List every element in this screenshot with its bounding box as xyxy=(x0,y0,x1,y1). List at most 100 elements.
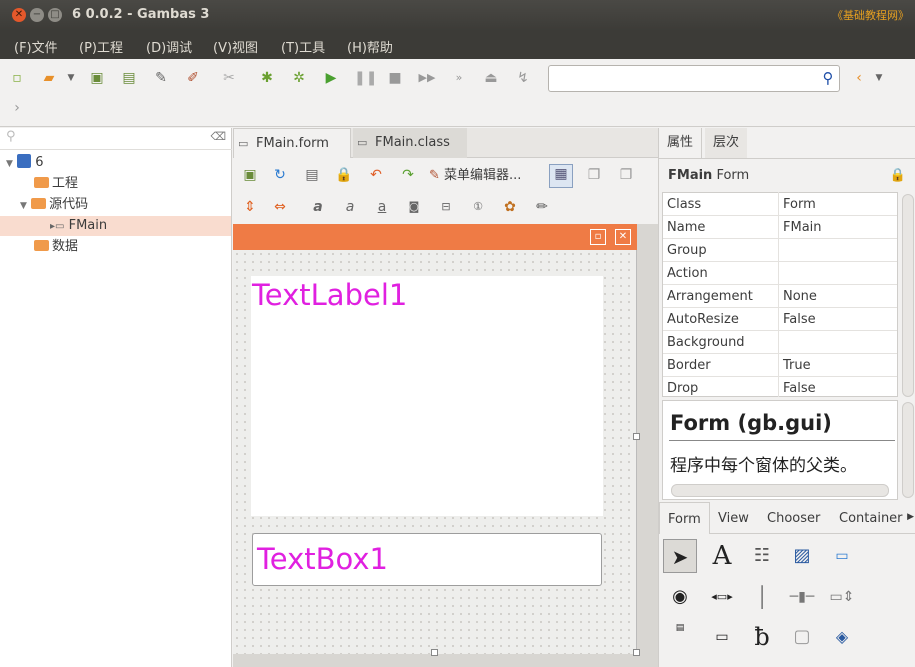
table-row[interactable]: Drop False xyxy=(663,377,897,396)
tab-fmain-class[interactable]: ▭ FMain.class xyxy=(353,128,467,158)
menu-file[interactable]: (F)文件 xyxy=(14,37,58,56)
table-row[interactable]: Group xyxy=(663,239,897,262)
scrollbar-tool-icon[interactable]: ◂▭▸ xyxy=(705,580,739,614)
resize-handle-right[interactable] xyxy=(633,433,640,440)
table-row[interactable]: Action xyxy=(663,262,897,285)
clean-icon[interactable]: ✐ xyxy=(184,69,202,87)
separator-tool-icon[interactable]: │ xyxy=(745,580,779,614)
forward-icon[interactable]: » xyxy=(450,69,468,87)
form-canvas[interactable]: TextLabel1 TextBox1 xyxy=(233,250,637,654)
font-icon[interactable]: a xyxy=(309,198,327,216)
properties-icon[interactable]: ✎ xyxy=(152,69,170,87)
tree-item-fmain[interactable]: ▸▭ FMain xyxy=(0,216,231,236)
expand-arrow-icon[interactable]: ▼ xyxy=(6,159,13,169)
table-row[interactable]: Background xyxy=(663,331,897,354)
maximize-window-button[interactable]: □ xyxy=(48,8,62,22)
label-tool-icon[interactable]: A xyxy=(705,539,739,573)
menu-editor-button[interactable]: ✎ 菜单编辑器... xyxy=(429,166,521,186)
minimize-window-button[interactable]: − xyxy=(30,8,44,22)
slider-tool-icon[interactable]: ─▮─ xyxy=(785,580,819,614)
textlabel1[interactable]: TextLabel1 xyxy=(251,276,603,516)
tab-form[interactable]: Form xyxy=(659,502,710,534)
tree-filter-input[interactable]: ⚲ ⌫ xyxy=(0,128,232,150)
return-icon[interactable]: ↯ xyxy=(514,69,532,87)
run-icon[interactable]: ▶ xyxy=(322,69,340,87)
redo-icon[interactable]: ↷ xyxy=(399,166,417,184)
button-shape-icon[interactable]: ◙ xyxy=(405,198,423,216)
search-input[interactable]: ⚲ xyxy=(548,65,840,92)
lock-icon[interactable]: 🔒 xyxy=(335,166,353,184)
movie-tool-icon[interactable]: ◈ xyxy=(825,620,859,654)
radio-tool-icon[interactable]: ◉ xyxy=(663,580,697,614)
chevron-right-icon[interactable]: › xyxy=(8,99,26,117)
prop-value[interactable]: None xyxy=(781,285,817,308)
table-row[interactable]: AutoResize False xyxy=(663,308,897,331)
tab-chooser[interactable]: Chooser xyxy=(759,502,828,534)
cut-icon[interactable]: ✂ xyxy=(220,69,238,87)
prop-value[interactable]: False xyxy=(781,308,816,331)
one-shape-icon[interactable]: ① xyxy=(469,198,487,216)
undo-icon[interactable]: ↶ xyxy=(367,166,385,184)
save-as-icon[interactable]: ▤ xyxy=(120,69,138,87)
pause-icon[interactable]: ❚❚ xyxy=(354,69,377,87)
table-row[interactable]: Border True xyxy=(663,354,897,377)
grid-icon[interactable]: ▦ xyxy=(549,164,573,188)
textbox1[interactable]: TextBox1 xyxy=(252,533,602,586)
list-tool-icon[interactable]: ☷ xyxy=(745,539,779,573)
pencil-icon[interactable]: ✏ xyxy=(533,198,551,216)
new-project-icon[interactable]: ▫ xyxy=(8,69,26,87)
tabs-scroll-right-icon[interactable]: ▶ xyxy=(907,512,914,522)
dropdown-arrow-icon[interactable]: ▼ xyxy=(62,69,80,87)
resize-handle-bottom[interactable] xyxy=(431,649,438,656)
prop-value[interactable]: True xyxy=(781,354,811,377)
menu-project[interactable]: (P)工程 xyxy=(79,37,123,56)
properties-scrollbar[interactable] xyxy=(902,194,914,397)
textarea-tool-icon[interactable]: ▤ xyxy=(663,620,697,654)
prop-value[interactable]: FMain xyxy=(781,216,822,239)
open-project-icon[interactable]: ▰ xyxy=(40,69,58,87)
bring-front-icon[interactable]: ❐ xyxy=(585,166,603,184)
tab-view[interactable]: View xyxy=(710,502,757,534)
history-dropdown-icon[interactable]: ▼ xyxy=(870,69,888,87)
tab-hierarchy[interactable]: 层次 xyxy=(705,128,748,158)
prop-value[interactable]: Form xyxy=(781,193,816,216)
menu-help[interactable]: (H)帮助 xyxy=(347,37,393,56)
progress-tool-icon[interactable]: ▭ xyxy=(825,539,859,573)
textbox-tool-icon[interactable]: ▭ xyxy=(705,620,739,654)
tab-properties[interactable]: 属性 xyxy=(659,128,703,158)
resize-handle-corner[interactable] xyxy=(633,649,640,656)
picture-tool-icon[interactable]: ▨ xyxy=(785,539,819,573)
save-icon[interactable]: ▣ xyxy=(88,69,106,87)
code-view-icon[interactable]: ▤ xyxy=(303,166,321,184)
palette-icon[interactable]: ✿ xyxy=(501,198,519,216)
textlabel-tool-icon[interactable]: ƀ xyxy=(745,620,779,654)
menu-debug[interactable]: (D)调试 xyxy=(146,37,192,56)
align-center-v-icon[interactable]: ⇔ xyxy=(271,198,289,216)
save-form-icon[interactable]: ▣ xyxy=(241,166,259,184)
tree-item-data[interactable]: 数据 xyxy=(34,237,78,257)
table-row[interactable]: Name FMain xyxy=(663,216,897,239)
tree-item-project[interactable]: 工程 xyxy=(34,174,78,194)
expand-arrow-icon[interactable]: ▼ xyxy=(20,201,27,211)
panel-tool-icon[interactable]: ▢ xyxy=(785,620,819,654)
tab-fmain-form[interactable]: ▭ FMain.form xyxy=(233,128,351,158)
menu-tools[interactable]: (T)工具 xyxy=(281,37,325,56)
eject-icon[interactable]: ⏏ xyxy=(482,69,500,87)
spinbox-tool-icon[interactable]: ▭⇕ xyxy=(825,580,859,614)
compile-icon[interactable]: ✱ xyxy=(258,69,276,87)
italic-font-icon[interactable]: a xyxy=(341,198,359,216)
tree-item-source[interactable]: ▼ 源代码 xyxy=(20,195,88,215)
reload-icon[interactable]: ↻ xyxy=(271,166,289,184)
form-close-icon[interactable]: ✕ xyxy=(615,229,631,245)
help-horizontal-scrollbar[interactable] xyxy=(671,484,889,497)
lock-icon[interactable]: 🔒 xyxy=(890,159,906,193)
pointer-tool-icon[interactable]: ➤ xyxy=(663,539,697,573)
clear-icon[interactable]: ⌫ xyxy=(210,130,226,143)
send-back-icon[interactable]: ❐ xyxy=(617,166,635,184)
back-icon[interactable]: ‹ xyxy=(850,69,868,87)
tab-container[interactable]: Container xyxy=(831,502,911,534)
menu-view[interactable]: (V)视图 xyxy=(213,37,258,56)
compile-all-icon[interactable]: ✲ xyxy=(290,69,308,87)
prop-value[interactable]: False xyxy=(781,377,816,396)
stop-icon[interactable]: ■ xyxy=(386,69,404,87)
